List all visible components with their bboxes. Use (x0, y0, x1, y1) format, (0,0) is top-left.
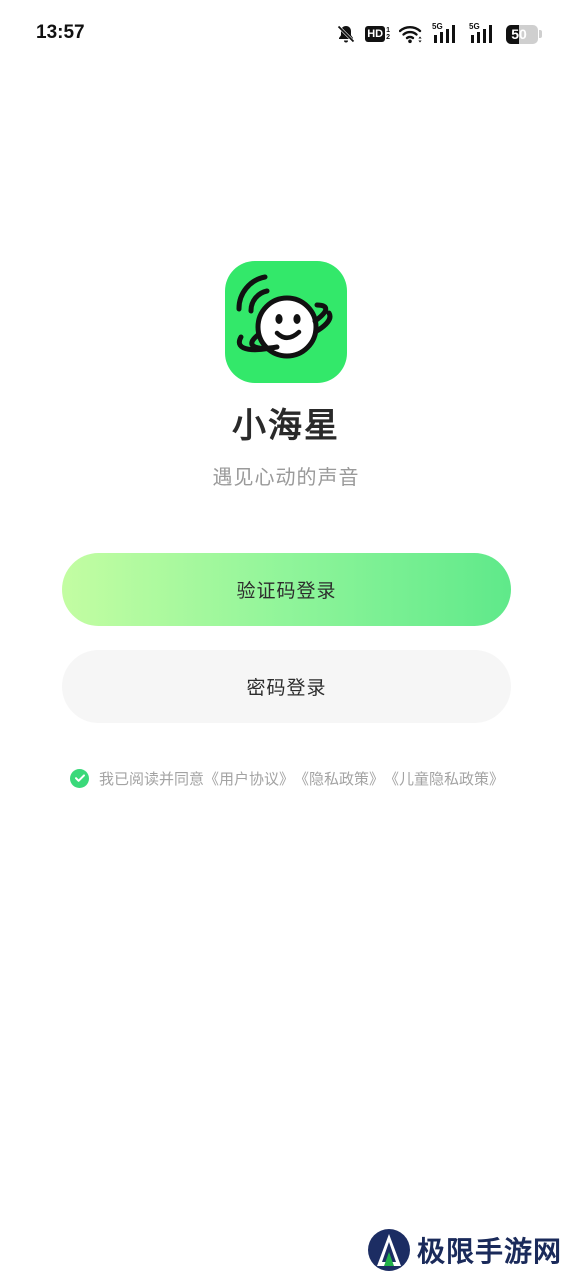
status-bar: 13:57 HD 1 2 5G 5G 50 (0, 0, 572, 70)
watermark-text: 极限手游网 (416, 1235, 562, 1268)
privacy-policy-link[interactable]: 《隐私政策》 (294, 768, 384, 789)
agreement-checkbox[interactable] (70, 768, 89, 788)
code-login-button[interactable]: 验证码登录 (62, 553, 511, 626)
agreement-prefix: 我已阅读并同意 (99, 769, 205, 788)
bell-muted-icon (337, 25, 355, 43)
hd-sub: 1 2 (386, 27, 390, 41)
login-screen: 13:57 HD 1 2 5G 5G 50 小海星 遇见心动的声音 验证码登录 … (0, 0, 572, 1279)
battery-level: 50 (511, 25, 527, 42)
agreement-row: 我已阅读并同意 《用户协议》 《隐私政策》 《儿童隐私政策》 (70, 767, 504, 789)
battery-tip (539, 30, 542, 38)
watermark-logo-icon (367, 1229, 410, 1271)
battery-body: 50 (506, 24, 538, 44)
app-slogan: 遇见心动的声音 (212, 465, 360, 489)
check-icon (74, 774, 85, 782)
hd-label: HD (365, 26, 386, 42)
hd-voice-icon: HD 1 2 (365, 26, 390, 42)
watermark: 极限手游网 (367, 1227, 562, 1273)
status-time: 13:57 (36, 22, 85, 43)
hd-sub-bottom: 2 (386, 34, 390, 41)
app-name: 小海星 (232, 406, 340, 446)
cellular-signal-2-icon: 5G (469, 22, 497, 44)
app-logo (225, 261, 347, 383)
wifi-icon (399, 26, 422, 44)
planet-face-icon (236, 274, 333, 359)
password-login-button[interactable]: 密码登录 (62, 650, 511, 723)
user-agreement-link[interactable]: 《用户协议》 (204, 768, 294, 789)
cellular-signal-1-icon: 5G (432, 22, 460, 44)
child-privacy-policy-link[interactable]: 《儿童隐私政策》 (384, 768, 504, 789)
hd-sub-top: 1 (386, 27, 390, 34)
status-icons: HD 1 2 5G 5G 50 (336, 22, 542, 46)
battery-icon: 50 (506, 24, 542, 44)
